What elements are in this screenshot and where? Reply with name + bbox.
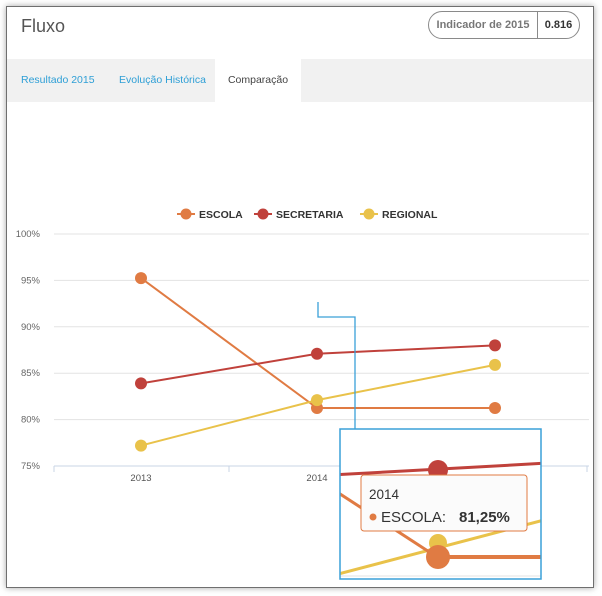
x-tick-label: 2014 (306, 473, 327, 484)
legend-label: REGIONAL (382, 209, 438, 221)
tooltip-category: 2014 (369, 487, 400, 502)
app-window: Fluxo Indicador de 2015 0.816 Resultado … (6, 6, 594, 588)
data-point (489, 339, 501, 352)
legend-label: ESCOLA (199, 209, 243, 221)
comparison-chart: 100%95%90%85%80%75%201320142015ESCOLASEC… (7, 102, 593, 587)
tooltip-series: ESCOLA: (381, 509, 446, 526)
legend-label: SECRETARIA (276, 209, 344, 221)
tab-evolucao-historica[interactable]: Evolução Histórica (111, 59, 214, 102)
data-point (135, 377, 147, 390)
y-tick-label: 85% (21, 368, 41, 379)
page-title: Fluxo (21, 16, 66, 36)
data-point (489, 358, 501, 371)
data-point (135, 439, 147, 452)
tab-bar: Resultado 2015 Evolução Histórica Compar… (7, 59, 593, 102)
legend-marker (257, 208, 269, 220)
y-tick-label: 100% (16, 229, 41, 240)
data-point (311, 347, 323, 360)
tab-resultado-2015[interactable]: Resultado 2015 (13, 59, 103, 102)
y-tick-label: 75% (21, 461, 41, 472)
zoom-connector (317, 302, 356, 429)
data-point (311, 394, 323, 407)
y-tick-label: 95% (21, 275, 41, 286)
legend-marker (180, 208, 192, 220)
legend-marker (363, 208, 375, 220)
indicator-label: Indicador de 2015 (436, 19, 530, 31)
tooltip-marker (369, 513, 377, 521)
zoom-escola-point (426, 545, 450, 569)
series-line (140, 277, 495, 409)
tab-comparacao[interactable]: Comparação (215, 59, 301, 102)
line-chart-svg: 100%95%90%85%80%75%201320142015ESCOLASEC… (16, 208, 589, 580)
indicator-value: 0.816 (537, 12, 579, 38)
y-tick-label: 80% (21, 415, 41, 426)
zoom-inset: 2014 ESCOLA: 81,25% (340, 429, 541, 579)
y-tick-label: 90% (21, 322, 41, 333)
header: Fluxo Indicador de 2015 0.816 (7, 7, 593, 59)
tooltip-value: 81,25% (459, 509, 510, 526)
x-tick-label: 2013 (130, 473, 151, 484)
indicator-badge: Indicador de 2015 0.816 (428, 11, 580, 39)
data-point (135, 272, 147, 285)
data-point (489, 402, 501, 414)
